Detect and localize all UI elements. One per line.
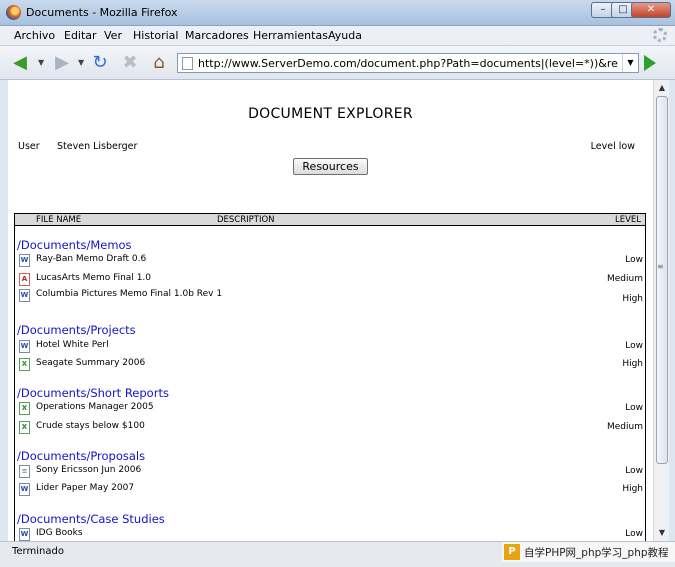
folder-link-memos[interactable]: /Documents/Memos [17, 238, 132, 252]
document-name[interactable]: Operations Manager 2005 [36, 402, 226, 413]
forward-history-dropdown-icon[interactable]: ▼ [78, 58, 84, 67]
menu-archivo[interactable]: Archivo [14, 29, 55, 42]
excel-doc-icon: X [19, 402, 30, 415]
document-level: Low [625, 255, 643, 265]
scrollbar-grip-icon: ≡ [657, 262, 664, 271]
throbber-icon [653, 28, 667, 42]
folder-link-case-studies[interactable]: /Documents/Case Studies [17, 512, 165, 526]
menu-bar: Archivo Editar Ver Historial Marcadores … [0, 26, 675, 46]
firefox-logo-icon [6, 5, 21, 20]
url-input[interactable] [198, 55, 618, 71]
header-description: DESCRIPTION [217, 215, 275, 225]
user-label: User [18, 141, 40, 152]
document-name[interactable]: Lider Paper May 2007 [36, 483, 226, 494]
back-arrow-icon[interactable]: ◀ [8, 51, 32, 75]
go-icon[interactable] [644, 55, 656, 71]
document-level: Medium [607, 274, 643, 284]
window-title: Documents - Mozilla Firefox [26, 6, 178, 19]
document-name[interactable]: Hotel White Perl [36, 340, 226, 351]
page-icon [182, 57, 193, 70]
word-doc-icon: W [19, 254, 30, 267]
document-level: Low [625, 529, 643, 539]
documents-table: FILE NAME DESCRIPTION LEVEL /Documents/M… [14, 213, 646, 541]
watermark-logo: P [504, 544, 520, 560]
menu-editar[interactable]: Editar [64, 29, 97, 42]
header-level: LEVEL [614, 215, 641, 225]
watermark-banner: P 自学PHP网_php学习_php教程 [502, 542, 675, 562]
document-level: High [622, 484, 643, 494]
vertical-scrollbar[interactable]: ▲ ≡ ▼ [653, 80, 669, 541]
document-level: Low [625, 403, 643, 413]
back-history-dropdown-icon[interactable]: ▼ [38, 58, 44, 67]
scrollbar-thumb[interactable] [656, 96, 668, 464]
user-level: Level low [590, 141, 635, 152]
folder-link-short-reports[interactable]: /Documents/Short Reports [17, 386, 169, 400]
excel-doc-icon: X [19, 421, 30, 434]
document-name[interactable]: Crude stays below $100 [36, 421, 226, 432]
address-bar[interactable]: ▼ [177, 53, 639, 73]
excel-doc-icon: X [19, 358, 30, 371]
scroll-down-arrow-icon[interactable]: ▼ [654, 526, 670, 540]
home-icon[interactable]: ⌂ [147, 51, 171, 75]
document-level: High [622, 359, 643, 369]
document-level: Low [625, 466, 643, 476]
document-level: Low [625, 341, 643, 351]
text-doc-icon: ≡ [19, 465, 30, 478]
table-header: FILE NAME DESCRIPTION LEVEL [15, 213, 645, 226]
page-title: DOCUMENT EXPLORER [248, 106, 413, 122]
forward-arrow-icon[interactable]: ▶ [50, 51, 74, 75]
header-file-name: FILE NAME [36, 215, 82, 225]
word-doc-icon: W [19, 340, 30, 353]
navigation-toolbar: ◀ ▼ ▶ ▼ ↻ ✖ ⌂ ▼ [0, 46, 675, 80]
document-name[interactable]: IDG Books [36, 528, 226, 539]
reload-icon[interactable]: ↻ [88, 51, 112, 75]
title-bar: Documents - Mozilla Firefox – □ ✕ [0, 0, 675, 26]
word-doc-icon: W [19, 289, 30, 302]
document-name[interactable]: Columbia Pictures Memo Final 1.0b Rev 1 [36, 289, 226, 300]
pdf-doc-icon: A [19, 273, 30, 286]
stop-icon[interactable]: ✖ [118, 51, 142, 75]
menu-marcadores[interactable]: Marcadores [185, 29, 249, 42]
document-name[interactable]: Ray-Ban Memo Draft 0.6 [36, 254, 226, 265]
watermark-text: 自学PHP网_php学习_php教程 [524, 547, 669, 559]
folder-link-projects[interactable]: /Documents/Projects [17, 323, 136, 337]
menu-herramientas[interactable]: Herramientas [253, 29, 328, 42]
document-level: High [622, 294, 643, 304]
word-doc-icon: W [19, 483, 30, 496]
document-name[interactable]: LucasArts Memo Final 1.0 [36, 273, 226, 284]
status-bar: Terminado P 自学PHP网_php学习_php教程 [0, 541, 675, 567]
status-text: Terminado [12, 546, 64, 557]
page-viewport: DOCUMENT EXPLORER User Steven Lisberger … [8, 80, 653, 541]
resources-button[interactable]: Resources [293, 158, 368, 175]
scroll-up-arrow-icon[interactable]: ▲ [654, 81, 670, 95]
menu-historial[interactable]: Historial [133, 29, 178, 42]
menu-ayuda[interactable]: Ayuda [328, 29, 362, 42]
document-level: Medium [607, 422, 643, 432]
menu-ver[interactable]: Ver [104, 29, 122, 42]
document-name[interactable]: Seagate Summary 2006 [36, 358, 226, 369]
user-name: Steven Lisberger [57, 141, 138, 152]
url-history-dropdown-icon[interactable]: ▼ [622, 54, 638, 72]
word-doc-icon: W [19, 528, 30, 541]
folder-link-proposals[interactable]: /Documents/Proposals [17, 449, 145, 463]
document-name[interactable]: Sony Ericsson Jun 2006 [36, 465, 226, 476]
close-button[interactable]: ✕ [631, 2, 671, 18]
